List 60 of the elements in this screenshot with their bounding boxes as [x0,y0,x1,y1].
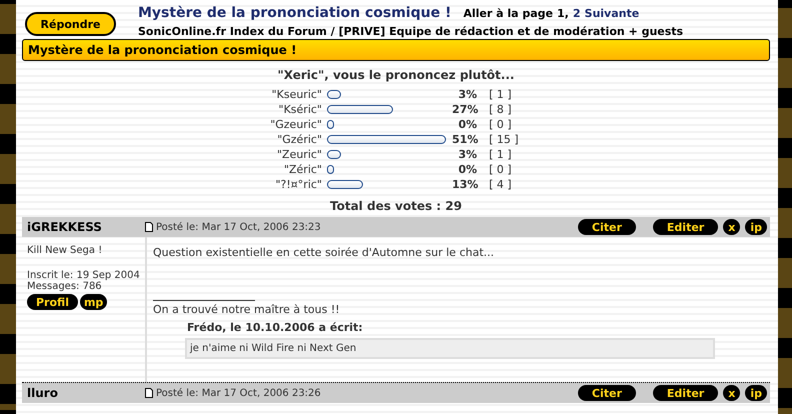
vote-percent: 3% [457,148,477,161]
poll-question: "Xeric", vous le prononcez plutôt... [276,68,516,82]
vote-total: Total des votes : 29 [329,199,463,213]
quote-button[interactable]: Citer [578,219,636,235]
post-date: Posté le: Mar 17 Oct, 2006 23:23 [156,222,321,232]
next-link[interactable]: Suivante [584,7,640,20]
vote-count: [ 0 ] [488,118,513,131]
message-button[interactable]: mp [80,294,108,310]
option-label: "Zeuric" [276,148,323,161]
vote-bar [327,120,334,129]
option-label: "Zéric" [282,163,323,176]
document-icon [145,388,153,398]
vote-count: [ 4 ] [488,178,513,191]
option-label: "Gzéric" [276,133,323,146]
vote-percent: 0% [457,118,477,131]
reply-button[interactable]: Répondre [25,12,116,36]
option-label: "Kséric" [278,103,323,116]
post-body: Question existentielle en cette soirée d'Automne sur le chat... [153,246,496,259]
vote-bar [327,90,341,99]
vote-percent: 51% [452,133,477,146]
join-date: Inscrit le: 19 Sep 2004 [27,270,141,281]
ip-button[interactable]: ip [745,219,767,235]
document-icon [145,222,153,232]
option-label: "Kseuric" [270,88,323,101]
signature: On a trouvé notre maître à tous !! [153,303,341,316]
page-link[interactable]: 1, [557,7,569,20]
profile-button[interactable]: Profil [27,294,78,310]
ip-button[interactable]: ip [745,385,767,401]
post-date: Posté le: Mar 17 Oct, 2006 23:26 [156,388,321,398]
option-label: "?!¤°ric" [274,178,323,191]
message-count: Messages: 786 [27,281,103,292]
vote-percent: 13% [452,178,477,191]
vote-count: [ 15 ] [488,133,520,146]
user-title: Kill New Sega ! [27,245,104,256]
vote-count: [ 1 ] [488,88,513,101]
vote-count: [ 0 ] [488,163,513,176]
edit-button[interactable]: Editer [652,385,718,401]
quote-text: je n'aime ni Wild Fire ni Next Gen [185,338,715,359]
vote-bar [327,180,363,189]
delete-button[interactable]: x [723,385,740,401]
vote-percent: 3% [457,88,477,101]
option-label: "Gzeuric" [269,118,323,131]
vote-percent: 27% [452,103,477,116]
edit-button[interactable]: Editer [652,219,718,235]
vote-bar [327,150,341,159]
vote-bar [327,105,394,114]
vote-count: [ 1 ] [488,148,513,161]
vote-count: [ 8 ] [488,103,513,116]
breadcrumb[interactable]: SonicOnline.fr Index du Forum / [PRIVE] Equipe de rédaction et de modération + guests [138,25,684,38]
page-link[interactable]: 2 [572,7,581,20]
pagination-label: Aller à la page [463,7,554,20]
vote-percent: 0% [457,163,477,176]
quote-button[interactable]: Citer [578,385,636,401]
delete-button[interactable]: x [723,219,740,235]
topic-title[interactable]: Mystère de la prononciation cosmique ! [138,5,452,21]
vote-bar [327,165,334,174]
quote-author: Frédo, le 10.10.2006 a écrit: [187,321,364,334]
topic-banner: Mystère de la prononciation cosmique ! [22,39,770,61]
author-name[interactable]: iGREKKESS [22,220,142,234]
author-name[interactable]: lluro [22,386,142,400]
